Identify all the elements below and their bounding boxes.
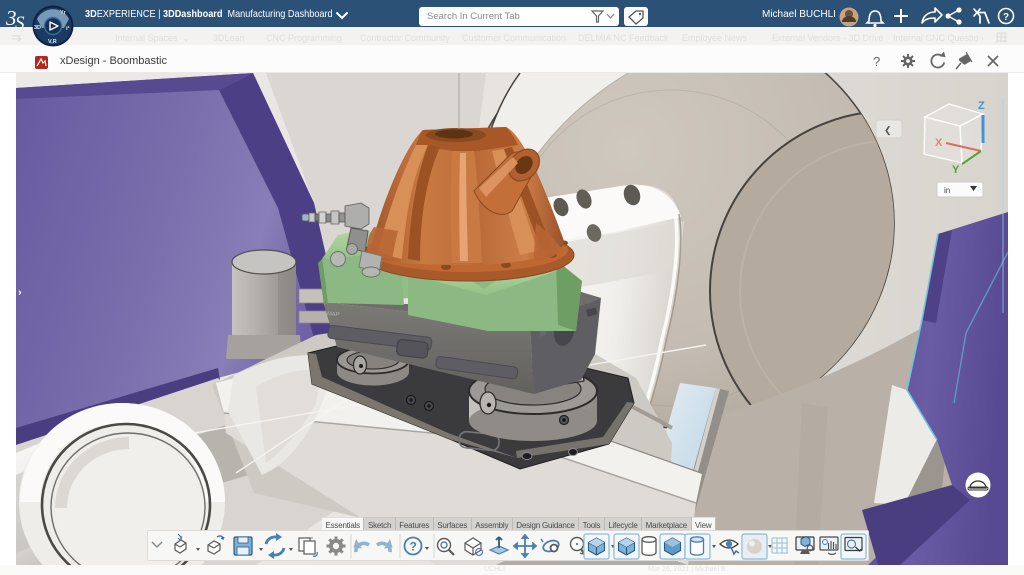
svg-text:in: in	[944, 186, 950, 195]
svg-text:X: X	[935, 137, 943, 149]
svg-text:Y: Y	[952, 164, 960, 176]
svg-text:❮: ❮	[884, 125, 892, 136]
svg-text:?: ?	[410, 540, 417, 554]
svg-text:Z: Z	[978, 100, 985, 112]
svg-text:›: ›	[18, 287, 22, 299]
